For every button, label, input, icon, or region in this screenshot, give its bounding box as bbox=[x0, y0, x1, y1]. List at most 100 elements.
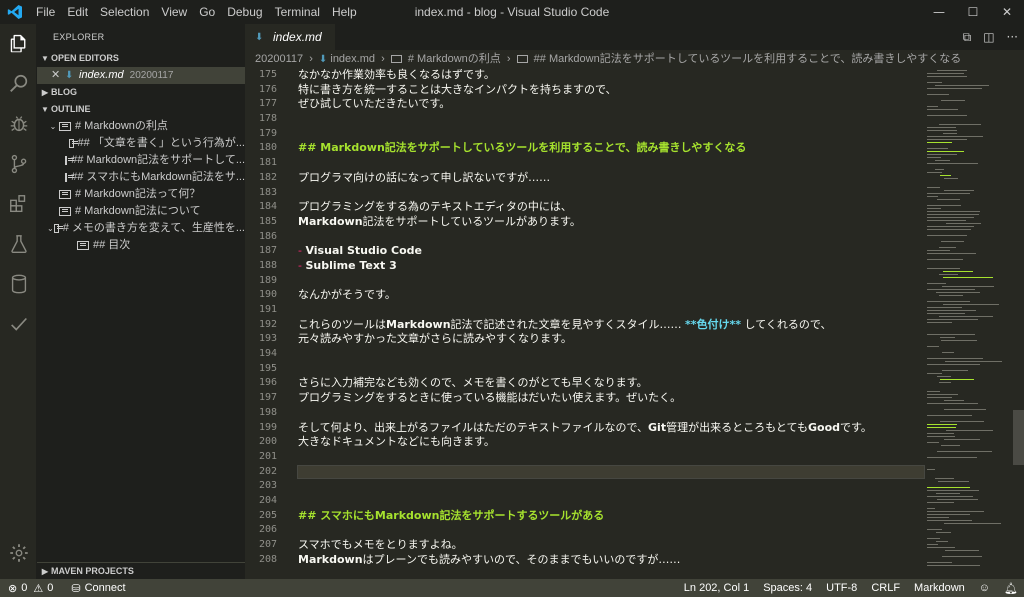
minimap-line bbox=[927, 403, 978, 404]
code-line[interactable]: 185 Markdown記法をサポートしているツールがあります。 bbox=[245, 215, 925, 230]
line-number: 201 bbox=[258, 450, 277, 462]
code-line[interactable]: 199 そして何より、出来上がるファイルはただのテキストファイルなので、Git管理… bbox=[245, 421, 925, 436]
open-editors-section[interactable]: ▼ OPEN EDITORS bbox=[37, 50, 245, 67]
notifications-bell-icon[interactable]: 🔔︎ bbox=[1004, 582, 1018, 595]
database-icon[interactable] bbox=[0, 264, 37, 304]
code-line[interactable]: 182 プログラマ向けの話になって申し訳ないですが…… bbox=[245, 171, 925, 186]
menu-edit[interactable]: Edit bbox=[61, 0, 94, 24]
scrollbar-thumb[interactable] bbox=[1013, 410, 1024, 465]
debug-icon[interactable] bbox=[0, 104, 37, 144]
breadcrumb-heading-2[interactable]: ## Markdown記法をサポートしているツールを利用することで、読み書きしや… bbox=[534, 53, 962, 65]
encoding[interactable]: UTF-8 bbox=[826, 582, 857, 594]
code-line[interactable]: 196 さらに入力補完なども効くので、メモを書くのがとても早くなります。 bbox=[245, 376, 925, 391]
source-control-icon[interactable] bbox=[0, 144, 37, 184]
code-line[interactable]: 201 bbox=[245, 450, 925, 465]
editor-text-area[interactable]: 175 なかなか作業効率も良くなるはずです。 176 特に書き方を統一することは大きな… bbox=[245, 68, 925, 579]
code-line[interactable]: 192 これらのツールはMarkdown記法で記述された文章を見やすくスタイル……… bbox=[245, 318, 925, 333]
code-line[interactable]: 186 bbox=[245, 230, 925, 245]
code-line[interactable]: 177 ぜひ試していただきたいです。 bbox=[245, 97, 925, 112]
menu-selection[interactable]: Selection bbox=[94, 0, 155, 24]
open-editor-item[interactable]: ✕ ⬇ index.md 20200117 bbox=[37, 67, 245, 84]
close-window-button[interactable]: ✕ bbox=[990, 0, 1024, 24]
code-line[interactable]: 195 bbox=[245, 362, 925, 377]
outline-item[interactable]: ⌄ # メモの書き方を変えて、生産性を... bbox=[37, 220, 245, 237]
menu-help[interactable]: Help bbox=[326, 0, 363, 24]
code-line[interactable]: 205 ## スマホにもMarkdown記法をサポートするツールがある bbox=[245, 509, 925, 524]
status-bar: ⊗ 0 ⚠ 0 ⛁ Connect Ln 202, Col 1 Spaces: … bbox=[0, 579, 1024, 597]
breadcrumb-file[interactable]: index.md bbox=[330, 53, 375, 65]
error-count[interactable]: 0 bbox=[21, 582, 27, 594]
code-line[interactable]: 181 bbox=[245, 156, 925, 171]
current-line[interactable]: 202 bbox=[245, 464, 925, 480]
code-line[interactable]: 200 大きなドキュメントなどにも向きます。 bbox=[245, 435, 925, 450]
code-line[interactable]: 175 なかなか作業効率も良くなるはずです。 bbox=[245, 68, 925, 83]
breadcrumb-heading-1[interactable]: # Markdownの利点 bbox=[408, 53, 501, 65]
maven-projects-section[interactable]: ▶ MAVEN PROJECTS bbox=[37, 562, 245, 579]
editor-scrollbar[interactable] bbox=[1013, 68, 1024, 579]
cursor-position[interactable]: Ln 202, Col 1 bbox=[684, 582, 749, 594]
warning-count[interactable]: 0 bbox=[47, 582, 53, 594]
code-line[interactable]: 206 bbox=[245, 523, 925, 538]
outline-item[interactable]: ## スマホにもMarkdown記法をサ... bbox=[37, 169, 245, 186]
code-line[interactable]: 194 bbox=[245, 347, 925, 362]
more-actions-icon[interactable]: ··· bbox=[1007, 30, 1018, 44]
code-line[interactable]: 189 bbox=[245, 274, 925, 289]
menu-view[interactable]: View bbox=[155, 0, 193, 24]
close-icon[interactable]: ✕ bbox=[51, 67, 65, 84]
code-line[interactable]: 208 Markdownはプレーンでも読みやすいので、そのままでもいいのですが…… bbox=[245, 553, 925, 568]
indentation[interactable]: Spaces: 4 bbox=[763, 582, 812, 594]
code-line[interactable]: 190 なんかがそうです。 bbox=[245, 288, 925, 303]
code-line[interactable]: 204 bbox=[245, 494, 925, 509]
tab-index-md[interactable]: ⬇ index.md bbox=[245, 24, 335, 50]
code-line[interactable]: 183 bbox=[245, 186, 925, 201]
split-editor-icon[interactable]: ◫ bbox=[983, 30, 994, 44]
string-symbol-icon bbox=[68, 139, 78, 148]
menu-file[interactable]: File bbox=[30, 0, 61, 24]
code-line[interactable]: 193 元々読みやすかった文章がさらに読みやすくなります。 bbox=[245, 332, 925, 347]
outline-item[interactable]: ⌄ # Markdownの利点 bbox=[37, 118, 245, 135]
explorer-icon[interactable] bbox=[0, 24, 37, 64]
flask-icon[interactable] bbox=[0, 224, 37, 264]
outline-item[interactable]: ## Markdown記法をサポートして... bbox=[37, 152, 245, 169]
minimap-line bbox=[927, 373, 942, 374]
menu-go[interactable]: Go bbox=[193, 0, 221, 24]
outline-item[interactable]: # Markdown記法について bbox=[37, 203, 245, 220]
code-line[interactable]: 203 bbox=[245, 479, 925, 494]
maximize-button[interactable]: ☐ bbox=[956, 0, 990, 24]
breadcrumb-folder[interactable]: 20200117 bbox=[255, 53, 303, 65]
open-preview-icon[interactable]: ⧉ bbox=[963, 30, 972, 45]
language-mode[interactable]: Markdown bbox=[914, 582, 965, 594]
outline-item[interactable]: # Markdown記法って何？ bbox=[37, 186, 245, 203]
outline-item[interactable]: ## 目次 bbox=[37, 237, 245, 254]
outline-section[interactable]: ▼ OUTLINE bbox=[37, 101, 245, 118]
code-line[interactable]: 179 bbox=[245, 127, 925, 142]
text-run: プログラミングをする為のテキストエディタの中には、 bbox=[298, 200, 572, 214]
error-icon[interactable]: ⊗ bbox=[8, 582, 17, 595]
search-icon[interactable] bbox=[0, 64, 37, 104]
menu-terminal[interactable]: Terminal bbox=[269, 0, 326, 24]
minimap-line bbox=[927, 469, 935, 470]
extensions-icon[interactable] bbox=[0, 184, 37, 224]
check-icon[interactable] bbox=[0, 304, 37, 344]
blog-section[interactable]: ▶ BLOG bbox=[37, 84, 245, 101]
code-line[interactable]: 207 スマホでもメモをとりますよね。 bbox=[245, 538, 925, 553]
minimize-button[interactable]: — bbox=[922, 0, 956, 24]
outline-item[interactable]: ## 「文章を書く」という行為が... bbox=[37, 135, 245, 152]
connect-button[interactable]: Connect bbox=[85, 582, 126, 594]
minimap[interactable] bbox=[925, 68, 1013, 579]
warning-icon[interactable]: ⚠ bbox=[33, 582, 43, 595]
markdown-file-icon: ⬇ bbox=[318, 54, 328, 65]
code-line[interactable]: 198 bbox=[245, 406, 925, 421]
code-line[interactable]: 184 プログラミングをする為のテキストエディタの中には、 bbox=[245, 200, 925, 215]
code-line[interactable]: 178 bbox=[245, 112, 925, 127]
code-line[interactable]: 197 プログラミングをするときに使っている機能はだいたい使えます。ぜいたく。 bbox=[245, 391, 925, 406]
end-of-line[interactable]: CRLF bbox=[871, 582, 900, 594]
code-line[interactable]: 176 特に書き方を統一することは大きなインパクトを持ちますので、 bbox=[245, 83, 925, 98]
code-line[interactable]: 188 - Sublime Text 3 bbox=[245, 259, 925, 274]
menu-debug[interactable]: Debug bbox=[221, 0, 268, 24]
code-line[interactable]: 180 ## Markdown記法をサポートしているツールを利用することで、読み書… bbox=[245, 141, 925, 156]
feedback-smiley-icon[interactable]: ☺ bbox=[979, 582, 990, 594]
code-line[interactable]: 191 bbox=[245, 303, 925, 318]
code-line[interactable]: 187 - Visual Studio Code bbox=[245, 244, 925, 259]
settings-gear-icon[interactable] bbox=[0, 533, 37, 573]
